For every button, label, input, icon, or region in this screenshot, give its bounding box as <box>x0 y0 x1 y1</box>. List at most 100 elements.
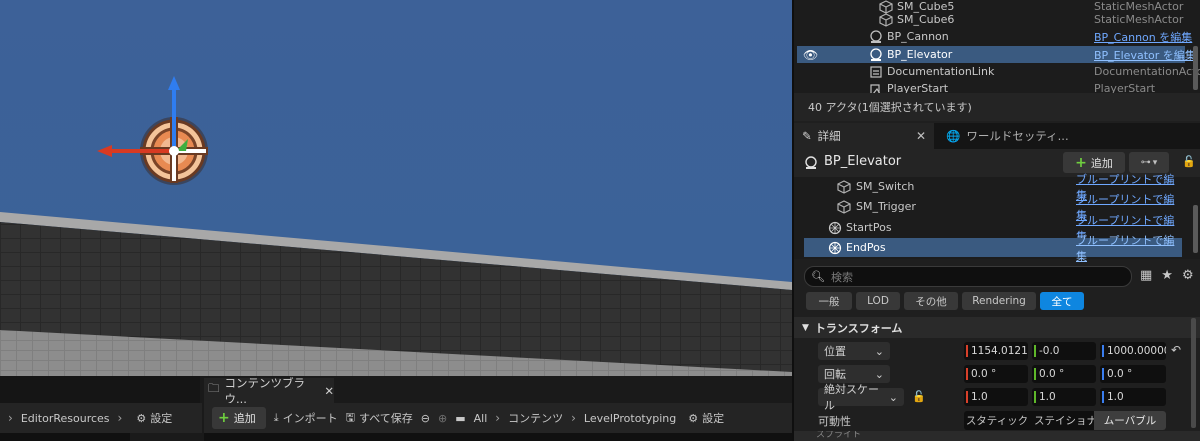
documentation-link-icon <box>870 65 882 78</box>
outliner-row-name: BP_Cannon <box>887 30 949 43</box>
location-label: 位置 <box>824 345 846 358</box>
content-browser-toolbar: + 追加 ⤓ インポート 🖫 すべて保存 ⊖ ⊕ ▬ All › コンテンツ ›… <box>204 403 792 433</box>
close-icon[interactable]: ✕ <box>324 384 334 398</box>
scale-y-field[interactable]: 1.0 <box>1032 388 1096 406</box>
lock-icon[interactable]: 🔓 <box>1182 155 1196 168</box>
reset-arrow-icon[interactable]: ↶ <box>1171 343 1181 357</box>
mobility-static[interactable]: スタティック <box>964 411 1030 430</box>
static-mesh-icon <box>837 199 851 214</box>
import-button[interactable]: ⤓ インポート <box>274 410 338 426</box>
filter-all[interactable]: 全て <box>1040 292 1084 310</box>
star-icon[interactable]: ★ <box>1161 268 1173 283</box>
search-icon: 🔍︎ <box>811 270 825 283</box>
content-browser-divider <box>204 433 792 441</box>
breadcrumb-levelprototyping[interactable]: LevelPrototyping <box>584 412 676 425</box>
edit-blueprint-link[interactable]: BP_Cannon を編集 <box>1094 29 1192 45</box>
location-z-field[interactable]: 1000.000002 <box>1100 342 1166 360</box>
transform-section-title: トランスフォーム <box>814 321 903 335</box>
rotation-z-field[interactable]: 0.0 ° <box>1100 365 1166 383</box>
scale-row: 絶対スケール ⌄ 🔓 1.0 1.0 1.0 <box>794 383 1184 412</box>
outliner-row[interactable]: PlayerStart PlayerStart <box>797 80 1185 93</box>
globe-icon: 🌐 <box>946 129 961 143</box>
save-all-button[interactable]: 🖫 すべて保存 <box>346 409 413 428</box>
transform-section-header[interactable]: ▼ トランスフォーム <box>794 317 1200 338</box>
outliner-row-selected[interactable]: 👁 BP_Elevator BP_Elevator を編集 <box>797 46 1196 63</box>
scale-dropdown[interactable]: 絶対スケール ⌄ <box>818 383 904 412</box>
cb-add-button[interactable]: + 追加 <box>212 407 266 429</box>
breadcrumb-content[interactable]: コンテンツ <box>508 410 563 426</box>
outliner-row[interactable]: BP_Cannon BP_Cannon を編集 <box>797 28 1192 45</box>
chevron-right-icon: › <box>8 411 13 425</box>
component-row-selected[interactable]: EndPos ブループリントで編集 <box>804 234 1182 263</box>
edit-blueprint-link[interactable]: BP_Elevator を編集 <box>1094 47 1196 63</box>
back-icon[interactable]: ⊖ <box>421 412 430 425</box>
forward-icon[interactable]: ⊕ <box>438 412 447 425</box>
filter-general[interactable]: 一般 <box>806 292 852 310</box>
edit-in-blueprint-link[interactable]: ブループリントで編集 <box>1076 232 1182 264</box>
eye-icon[interactable]: 👁 <box>803 48 818 62</box>
component-name: SM_Trigger <box>856 200 916 213</box>
outliner-row[interactable]: DocumentationLink DocumentationActo <box>797 63 1200 80</box>
mobility-stationary[interactable]: ステイショナリー <box>1030 411 1094 430</box>
tab-details[interactable]: ✎ 詳細 ✕ <box>794 123 934 149</box>
tab-details-label: 詳細 <box>817 129 841 143</box>
breadcrumb-all[interactable]: All <box>474 412 488 425</box>
static-mesh-icon <box>879 12 893 27</box>
outliner-scrollbar[interactable] <box>1193 46 1198 90</box>
scale-x-field[interactable]: 1.0 <box>964 388 1028 406</box>
left-panel-tabs <box>0 376 200 403</box>
outliner-row-name: SM_Cube6 <box>897 13 955 26</box>
components-scrollbar[interactable] <box>1193 205 1198 253</box>
left-path-item[interactable]: EditorResources <box>21 412 110 425</box>
mobility-label: 可動性 <box>818 415 851 428</box>
scene-component-icon <box>828 241 842 254</box>
component-name: SM_Switch <box>856 180 915 193</box>
plus-icon: + <box>218 410 230 426</box>
components-tree: SM_Switch ブループリントで編集 SM_Trigger ブループリントで… <box>794 173 1200 263</box>
search-tools: ▦ ★ ⚙ <box>1140 268 1194 283</box>
outliner-row-type: PlayerStart <box>1094 82 1156 93</box>
sprite-section-header[interactable]: スプライト <box>794 431 1200 441</box>
scale-z-field[interactable]: 1.0 <box>1100 388 1166 406</box>
outliner-row[interactable]: SM_Cube6 StaticMeshActor <box>797 11 1185 28</box>
close-icon[interactable]: ✕ <box>916 129 926 143</box>
blueprint-graph-icon: ⊶ <box>1140 157 1151 168</box>
blueprint-actor-icon <box>870 29 882 43</box>
rotation-x-field[interactable]: 0.0 ° <box>964 365 1028 383</box>
cb-add-label: 追加 <box>233 412 256 425</box>
chevron-right-icon: › <box>495 411 501 425</box>
tab-content-browser[interactable]: 🗀 コンテンツブラウ... ✕ <box>204 376 334 406</box>
cb-settings-button[interactable]: ⚙ 設定 <box>688 410 724 426</box>
static-mesh-icon <box>837 179 851 194</box>
component-name: StartPos <box>846 221 892 234</box>
location-y-field[interactable]: -0.0 <box>1032 342 1096 360</box>
blueprint-actor-icon <box>805 156 817 169</box>
table-view-icon[interactable]: ▦ <box>1140 268 1152 283</box>
chevron-down-icon: ⌄ <box>888 390 898 404</box>
outliner-row-name: DocumentationLink <box>887 65 995 78</box>
chevron-down-icon: ▾ <box>1152 157 1158 168</box>
gear-icon[interactable]: ⚙ <box>1182 268 1194 283</box>
location-dropdown[interactable]: 位置 ⌄ <box>818 342 890 360</box>
location-x-field[interactable]: 1154.012107 <box>964 342 1028 360</box>
gear-icon: ⚙ <box>136 411 147 425</box>
mobility-row: 可動性 スタティック ステイショナリー ムーバブル <box>794 409 1184 432</box>
search-placeholder: 検索 <box>830 270 853 284</box>
lock-icon[interactable]: 🔓 <box>912 390 926 403</box>
filter-rendering[interactable]: Rendering <box>962 292 1036 310</box>
save-icon: 🖫 <box>345 410 355 424</box>
import-label: インポート <box>282 412 338 425</box>
filter-lod[interactable]: LOD <box>856 292 900 310</box>
details-scrollbar[interactable] <box>1191 318 1196 428</box>
left-settings-button[interactable]: ⚙ 設定 <box>136 410 172 426</box>
outliner-row-name: PlayerStart <box>887 82 949 93</box>
mobility-movable[interactable]: ムーバブル <box>1094 411 1166 430</box>
component-name: EndPos <box>846 241 886 254</box>
filter-misc[interactable]: その他 <box>904 292 958 310</box>
rotation-label: 回転 <box>824 368 846 381</box>
rotation-y-field[interactable]: 0.0 ° <box>1032 365 1096 383</box>
details-search-input[interactable]: 🔍︎ 検索 <box>804 266 1132 287</box>
outliner-row-type: StaticMeshActor <box>1094 13 1184 26</box>
level-viewport[interactable] <box>0 0 792 376</box>
tab-world-settings[interactable]: 🌐 ワールドセッティ... <box>938 123 1088 149</box>
